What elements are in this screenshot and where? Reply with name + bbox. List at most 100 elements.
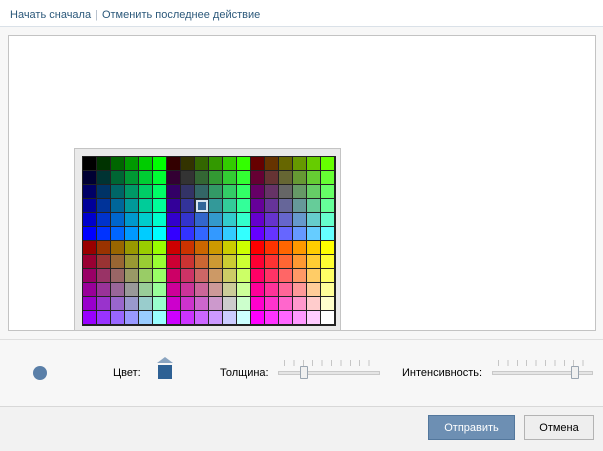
palette-color-cell[interactable] bbox=[195, 255, 209, 269]
palette-color-cell[interactable] bbox=[307, 283, 321, 297]
palette-color-cell[interactable] bbox=[181, 171, 195, 185]
palette-color-cell[interactable] bbox=[181, 213, 195, 227]
palette-color-cell[interactable] bbox=[307, 269, 321, 283]
palette-color-cell[interactable] bbox=[223, 241, 237, 255]
palette-color-cell[interactable] bbox=[209, 311, 223, 325]
palette-color-cell[interactable] bbox=[83, 241, 97, 255]
palette-color-cell[interactable] bbox=[139, 171, 153, 185]
palette-color-cell[interactable] bbox=[321, 213, 335, 227]
palette-color-cell[interactable] bbox=[83, 311, 97, 325]
palette-color-cell[interactable] bbox=[209, 283, 223, 297]
palette-color-cell[interactable] bbox=[195, 269, 209, 283]
palette-color-cell[interactable] bbox=[265, 297, 279, 311]
palette-color-cell[interactable] bbox=[265, 255, 279, 269]
palette-color-cell[interactable] bbox=[279, 185, 293, 199]
palette-color-cell[interactable] bbox=[97, 157, 111, 171]
palette-color-cell[interactable] bbox=[181, 185, 195, 199]
palette-color-cell[interactable] bbox=[321, 171, 335, 185]
palette-color-cell[interactable] bbox=[293, 227, 307, 241]
palette-color-cell[interactable] bbox=[293, 171, 307, 185]
palette-color-cell[interactable] bbox=[279, 311, 293, 325]
restart-link[interactable]: Начать сначала bbox=[10, 9, 91, 21]
palette-color-cell[interactable] bbox=[265, 269, 279, 283]
palette-color-cell[interactable] bbox=[251, 157, 265, 171]
palette-color-cell[interactable] bbox=[307, 227, 321, 241]
palette-color-cell[interactable] bbox=[153, 199, 167, 213]
palette-color-cell[interactable] bbox=[111, 297, 125, 311]
palette-color-cell[interactable] bbox=[153, 241, 167, 255]
palette-color-cell[interactable] bbox=[195, 171, 209, 185]
palette-color-cell[interactable] bbox=[97, 269, 111, 283]
palette-color-cell[interactable] bbox=[83, 297, 97, 311]
palette-color-cell[interactable] bbox=[111, 213, 125, 227]
palette-color-cell[interactable] bbox=[265, 199, 279, 213]
palette-color-cell[interactable] bbox=[237, 171, 251, 185]
palette-color-cell[interactable] bbox=[125, 255, 139, 269]
palette-color-cell[interactable] bbox=[293, 157, 307, 171]
palette-color-cell[interactable] bbox=[223, 213, 237, 227]
palette-color-cell[interactable] bbox=[125, 241, 139, 255]
palette-color-cell[interactable] bbox=[139, 311, 153, 325]
palette-color-cell[interactable] bbox=[181, 297, 195, 311]
palette-color-cell[interactable] bbox=[153, 213, 167, 227]
palette-color-cell[interactable] bbox=[167, 157, 181, 171]
palette-color-cell[interactable] bbox=[321, 157, 335, 171]
palette-color-cell[interactable] bbox=[97, 255, 111, 269]
palette-color-cell[interactable] bbox=[265, 283, 279, 297]
palette-color-cell[interactable] bbox=[293, 297, 307, 311]
palette-color-cell[interactable] bbox=[125, 185, 139, 199]
palette-color-cell[interactable] bbox=[321, 297, 335, 311]
palette-color-cell[interactable] bbox=[237, 185, 251, 199]
palette-color-cell[interactable] bbox=[167, 185, 181, 199]
palette-color-cell[interactable] bbox=[321, 241, 335, 255]
palette-color-cell[interactable] bbox=[195, 157, 209, 171]
intensity-slider[interactable] bbox=[492, 360, 593, 380]
palette-color-cell[interactable] bbox=[111, 185, 125, 199]
palette-color-cell[interactable] bbox=[209, 185, 223, 199]
palette-color-cell[interactable] bbox=[223, 227, 237, 241]
palette-color-cell[interactable] bbox=[153, 311, 167, 325]
palette-color-cell[interactable] bbox=[223, 157, 237, 171]
palette-color-cell[interactable] bbox=[111, 199, 125, 213]
palette-color-cell[interactable] bbox=[139, 199, 153, 213]
palette-color-cell[interactable] bbox=[265, 185, 279, 199]
palette-color-cell[interactable] bbox=[251, 171, 265, 185]
palette-color-cell[interactable] bbox=[181, 269, 195, 283]
palette-color-cell[interactable] bbox=[111, 283, 125, 297]
palette-color-cell[interactable] bbox=[181, 283, 195, 297]
palette-color-cell[interactable] bbox=[97, 311, 111, 325]
palette-color-cell[interactable] bbox=[251, 283, 265, 297]
palette-color-cell[interactable] bbox=[167, 297, 181, 311]
palette-color-cell[interactable] bbox=[321, 269, 335, 283]
palette-color-cell[interactable] bbox=[125, 283, 139, 297]
palette-color-cell[interactable] bbox=[139, 269, 153, 283]
palette-color-cell[interactable] bbox=[209, 213, 223, 227]
palette-color-cell[interactable] bbox=[307, 311, 321, 325]
palette-color-cell[interactable] bbox=[83, 199, 97, 213]
palette-color-cell[interactable] bbox=[209, 269, 223, 283]
palette-color-cell[interactable] bbox=[209, 227, 223, 241]
palette-color-cell[interactable] bbox=[111, 255, 125, 269]
palette-color-cell[interactable] bbox=[83, 213, 97, 227]
palette-color-cell[interactable] bbox=[307, 157, 321, 171]
palette-color-cell[interactable] bbox=[293, 213, 307, 227]
palette-color-cell[interactable] bbox=[139, 213, 153, 227]
palette-color-cell[interactable] bbox=[97, 227, 111, 241]
palette-color-cell[interactable] bbox=[293, 311, 307, 325]
palette-color-cell[interactable] bbox=[223, 297, 237, 311]
thickness-slider[interactable] bbox=[278, 360, 380, 380]
palette-color-cell[interactable] bbox=[265, 213, 279, 227]
palette-color-cell[interactable] bbox=[209, 297, 223, 311]
palette-color-cell[interactable] bbox=[279, 213, 293, 227]
palette-color-cell[interactable] bbox=[237, 297, 251, 311]
palette-color-cell[interactable] bbox=[307, 185, 321, 199]
palette-color-cell[interactable] bbox=[237, 227, 251, 241]
palette-color-cell[interactable] bbox=[223, 185, 237, 199]
palette-color-cell[interactable] bbox=[307, 241, 321, 255]
palette-color-cell[interactable] bbox=[279, 269, 293, 283]
palette-color-cell[interactable] bbox=[111, 171, 125, 185]
palette-color-cell[interactable] bbox=[167, 241, 181, 255]
palette-color-cell[interactable] bbox=[97, 283, 111, 297]
cancel-button[interactable]: Отмена bbox=[524, 415, 594, 440]
palette-color-cell[interactable] bbox=[125, 213, 139, 227]
